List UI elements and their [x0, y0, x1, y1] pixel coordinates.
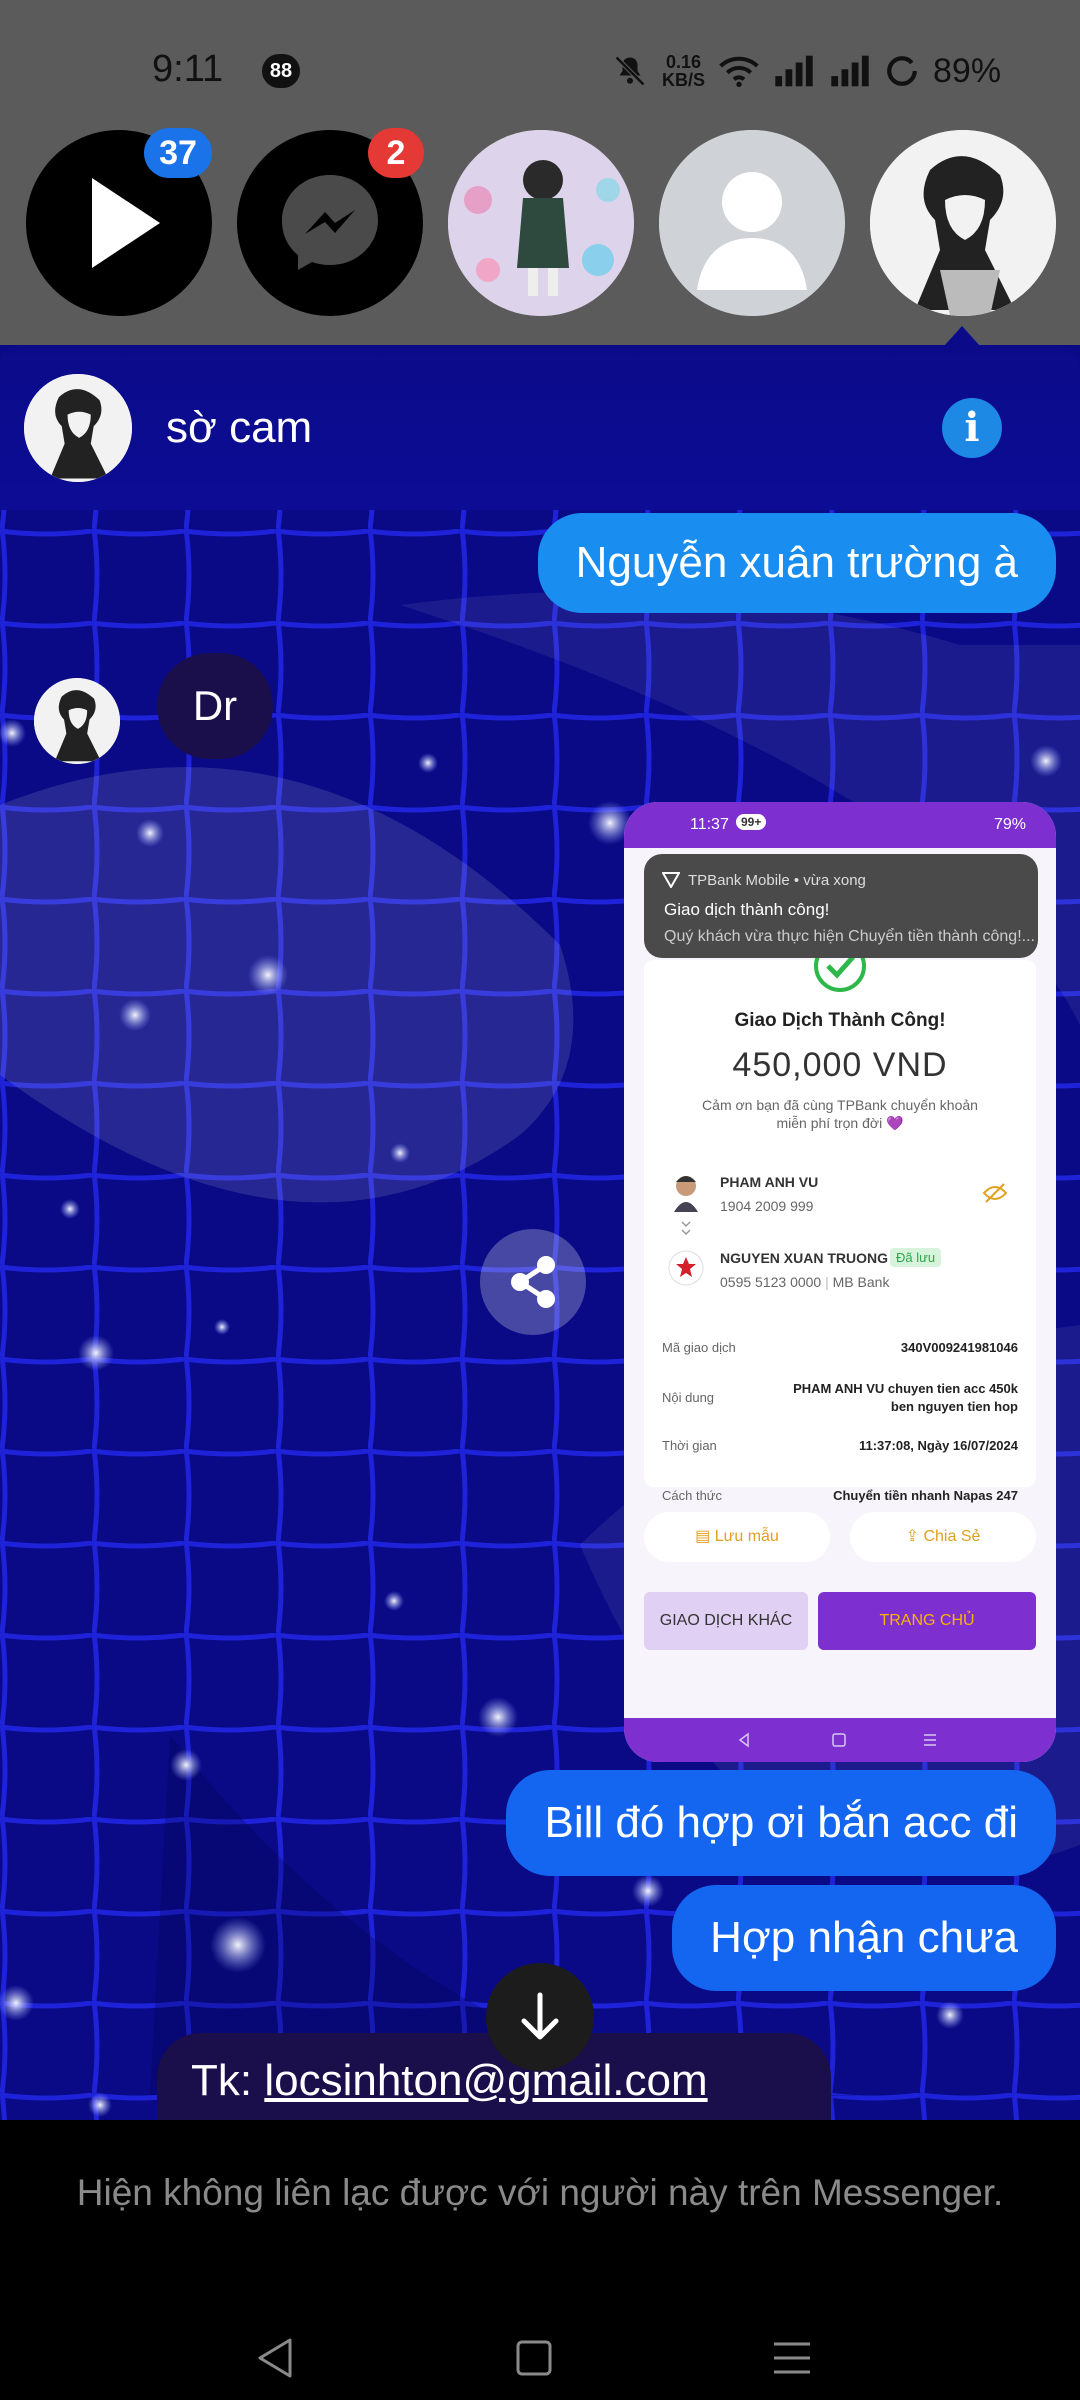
receipt-status-badge: 99+ [736, 814, 767, 830]
receipt-thanks-line2: miễn phí trọn đời 💜 [776, 1115, 904, 1131]
network-speed-unit: KB/S [662, 70, 706, 90]
receiver-saved-tag: Đã lưu [890, 1248, 942, 1267]
active-pointer-caret [944, 326, 980, 346]
chat-panel: sờ cam i Nguyễn xuân trường à Dr 11:37 9… [0, 345, 1080, 2120]
wifi-icon [719, 56, 759, 87]
outgoing-message[interactable]: Bill đó hợp ơi bắn acc đi [506, 1770, 1056, 1876]
document-icon: ▤ [695, 1528, 715, 1545]
sender-name: PHAM ANH VU [720, 1174, 819, 1190]
outgoing-message[interactable]: Hợp nhận chưa [672, 1885, 1056, 1991]
sketch-avatar-tiny [34, 678, 120, 764]
receipt-body: Giao Dịch Thành Công! 450,000 VND Cảm ơn… [624, 848, 1056, 1718]
default-avatar-icon [659, 130, 845, 316]
sketch-avatar-small [24, 374, 132, 482]
receipt-row-value: PHAM ANH VU chuyen tien acc 450k ben ngu… [793, 1381, 1018, 1414]
composer-disabled-footer: Hiện không liên lạc được với người này t… [0, 2120, 1080, 2400]
receipt-row-label: Cách thức [662, 1488, 723, 1503]
recents-icon[interactable] [762, 2328, 822, 2388]
receiver-account: 0595 5123 0000 | MB Bank [720, 1274, 890, 1290]
sender-account: 1904 2009 999 [720, 1198, 814, 1214]
shared-receipt-image[interactable]: 11:37 99+ 79% Giao Dịch Thành Công! 450,… [624, 802, 1056, 1762]
contact-chat-head-placeholder[interactable] [659, 130, 845, 316]
status-time: 9:11 [152, 48, 224, 90]
receipt-status-battery: 79% [993, 816, 1026, 833]
save-template-button[interactable]: ▤ Lưu mẫu [644, 1512, 830, 1562]
contact-chat-head-active[interactable] [870, 130, 1056, 316]
notification-title: Giao dịch thành công! [664, 900, 830, 919]
receipt-row-label: Mã giao dịch [662, 1340, 736, 1355]
status-icons: 0.16 KB/S 89% [612, 48, 1001, 94]
contact-chat-head-photo[interactable] [448, 130, 634, 316]
receipt-status-bar: 11:37 99+ 79% [624, 802, 1056, 848]
message-prefix: Tk: [191, 2056, 265, 2105]
receipt-nav-bar [624, 1718, 1056, 1762]
hide-eye-icon[interactable] [982, 1182, 1008, 1204]
info-icon: i [964, 404, 980, 451]
other-transaction-button[interactable]: GIAO DỊCH KHÁC [644, 1592, 808, 1650]
receipt-row-value: 11:37:08, Ngày 16/07/2024 [858, 1438, 1018, 1453]
video-chat-badge: 37 [144, 128, 212, 178]
receipt-thanks-line1: Cảm ơn bạn đã cùng TPBank chuyển khoản [702, 1097, 978, 1113]
network-speed: 0.16 KB/S [662, 53, 705, 89]
receipt-row-label: Thời gian [662, 1438, 717, 1453]
info-button[interactable]: i [942, 398, 1002, 458]
chat-header: sờ cam i [0, 345, 1080, 510]
contact-photo-avatar [448, 130, 634, 316]
receiver-account-number: 0595 5123 0000 [720, 1274, 822, 1290]
status-bar: 9:11 88 0.16 KB/S 89% [0, 0, 1080, 140]
receipt-notification: TPBank Mobile • vừa xong Giao dịch thành… [644, 854, 1038, 958]
receipt-share-label: Chia Sẻ [923, 1528, 981, 1545]
contact-name[interactable]: sờ cam [166, 403, 312, 453]
network-speed-value: 0.16 [665, 52, 702, 72]
unavailable-notice: Hiện không liên lạc được với người này t… [76, 2172, 1004, 2213]
incoming-message[interactable]: Dr [157, 653, 273, 759]
upload-icon: ⇪ [905, 1528, 924, 1545]
notification-app: TPBank Mobile • vừa xong [688, 872, 866, 889]
sender-avatar[interactable] [34, 678, 120, 764]
battery-percent: 89% [933, 51, 1002, 90]
arrow-down-icon [521, 1992, 559, 2040]
receipt-row-value: Chuyển tiền nhanh Napas 247 [833, 1488, 1018, 1503]
back-icon[interactable] [246, 2328, 306, 2388]
transfer-arrows-icon [681, 1221, 691, 1236]
sender-avatar-small [674, 1176, 698, 1212]
share-button[interactable] [480, 1229, 586, 1335]
receiver-name: NGUYEN XUAN TRUONG [720, 1250, 889, 1266]
notification-count-badge: 88 [262, 54, 300, 88]
home-button[interactable]: TRANG CHỦ [818, 1592, 1036, 1650]
receipt-share-button[interactable]: ⇪ Chia Sẻ [850, 1512, 1036, 1562]
receipt-row-label: Nội dung [662, 1390, 715, 1405]
receipt-nav-icons [738, 1732, 936, 1748]
outgoing-message[interactable]: Nguyễn xuân trường à [537, 513, 1056, 613]
messenger-chat-badge: 2 [368, 128, 424, 178]
receipt-amount: 450,000 VND [732, 1046, 948, 1084]
mb-bank-logo [668, 1250, 704, 1286]
signal-sim2-icon [831, 55, 869, 87]
contact-avatar[interactable] [24, 374, 132, 482]
scroll-to-bottom-button[interactable] [486, 1963, 594, 2071]
receipt-thanks: Cảm ơn bạn đã cùng TPBank chuyển khoản m… [684, 1096, 996, 1132]
home-icon[interactable] [504, 2328, 564, 2388]
sketch-avatar [870, 130, 1056, 316]
notification-body: Quý khách vừa thực hiện Chuyển tiền thàn… [664, 928, 1035, 945]
receipt-row-value: 340V009241981046 [900, 1340, 1018, 1355]
tpbank-logo-icon [662, 872, 680, 888]
signal-sim1-icon [775, 55, 813, 87]
share-icon [511, 1256, 555, 1308]
mute-bell-icon [614, 55, 646, 87]
battery-ring-icon [887, 56, 917, 86]
receipt-status-time: 11:37 [690, 816, 729, 833]
receipt-success-title: Giao Dịch Thành Công! [734, 1010, 946, 1031]
receiver-bank: MB Bank [832, 1274, 890, 1290]
save-template-label: Lưu mẫu [714, 1528, 779, 1545]
